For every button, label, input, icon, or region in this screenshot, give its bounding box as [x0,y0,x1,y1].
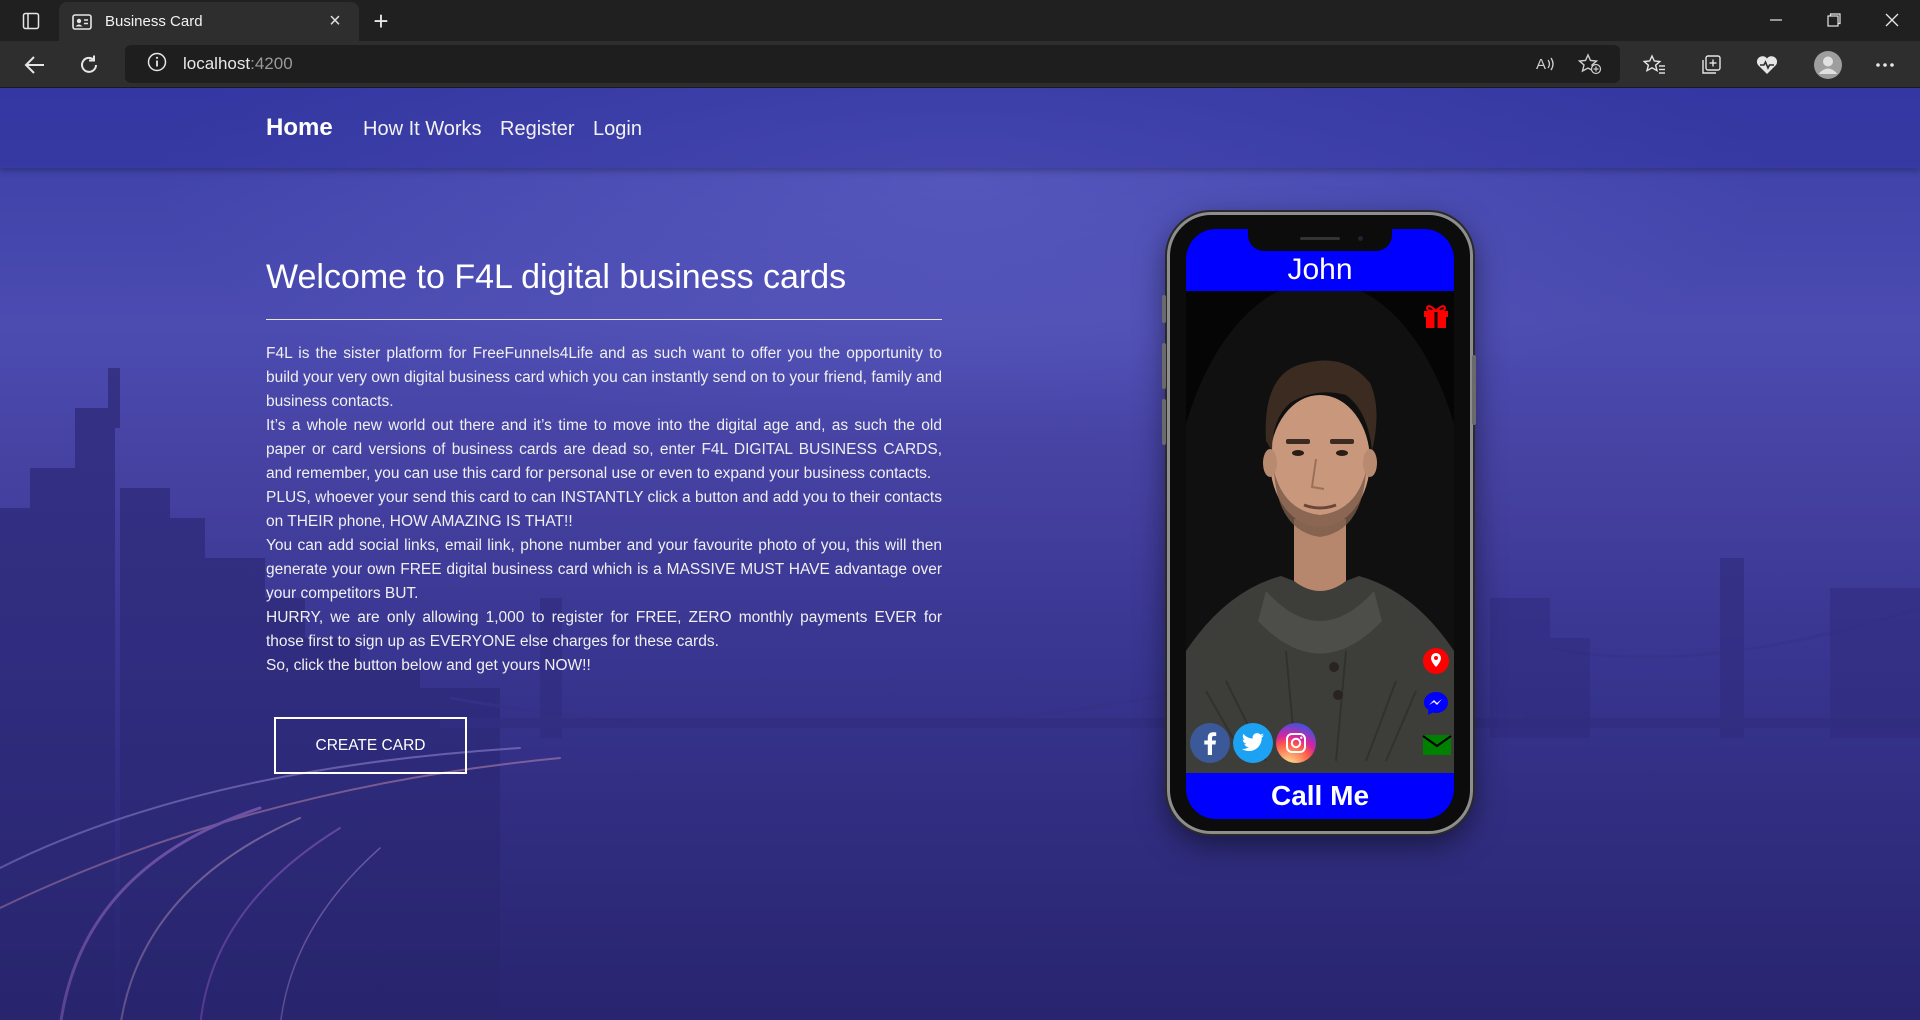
title-divider [266,319,942,320]
intro-paragraph: F4L is the sister platform for FreeFunne… [266,345,942,410]
nav-how-it-works-link[interactable]: How It Works [363,118,482,141]
intro-paragraph: You can add social links, email link, ph… [266,537,942,602]
browser-tab[interactable]: Business Card × [59,2,359,41]
profile-avatar-icon[interactable] [1810,49,1846,81]
intro-paragraph: It’s a whole new world out there and it’… [266,417,942,482]
site-navbar: Home How It Works Register Login [0,88,1920,168]
page-viewport: Home How It Works Register Login Welcome… [0,88,1920,1020]
phone-side-button [1162,295,1166,323]
gift-icon[interactable] [1422,303,1450,329]
browser-essentials-icon[interactable] [1750,49,1784,81]
call-me-label: Call Me [1270,780,1370,811]
call-me-button[interactable]: Call Me [1186,773,1454,819]
create-card-button[interactable]: CREATE CARD [274,717,467,774]
nav-home-link[interactable]: Home [266,114,333,142]
url-text: localhost:4200 [183,54,293,74]
add-favorite-icon[interactable] [1573,49,1607,79]
close-tab-icon[interactable]: × [323,10,347,34]
hero-content: Welcome to F4L digital business cards F4… [266,258,942,678]
map-pin-icon[interactable] [1422,647,1450,675]
mail-icon[interactable] [1422,733,1452,757]
browser-address-bar: localhost:4200 A [0,41,1920,88]
phone-notch [1248,229,1392,251]
intro-text: F4L is the sister platform for FreeFunne… [266,342,942,678]
profile-photo [1186,291,1454,773]
svg-text:A: A [1536,56,1546,73]
messenger-icon[interactable] [1422,689,1450,717]
refresh-icon[interactable] [72,49,106,81]
nav-login-link[interactable]: Login [593,118,642,141]
restore-icon[interactable] [1806,0,1862,40]
favorites-icon[interactable] [1638,49,1672,81]
phone-side-button [1472,355,1476,425]
twitter-icon[interactable] [1233,723,1273,763]
url-field[interactable]: localhost:4200 A [125,45,1620,83]
url-host: localhost [183,54,251,73]
intro-paragraph: HURRY, we are only allowing 1,000 to reg… [266,609,942,650]
minimize-icon[interactable] [1748,0,1804,40]
phone-mockup: John Call Me [1162,212,1476,834]
instagram-icon[interactable] [1276,723,1316,763]
site-info-icon[interactable] [147,52,167,77]
back-icon[interactable] [18,49,52,81]
phone-side-button [1162,399,1166,445]
intro-paragraph: PLUS, whoever your send this card to can… [266,489,942,530]
facebook-icon[interactable] [1190,723,1230,763]
new-tab-icon[interactable]: + [366,6,396,36]
browser-tab-bar: Business Card × + [0,0,1920,41]
tab-title: Business Card [105,13,203,30]
collections-icon[interactable] [1694,49,1728,81]
url-port: :4200 [250,54,293,73]
close-window-icon[interactable] [1864,0,1920,40]
contact-card-icon [71,11,93,33]
page-title: Welcome to F4L digital business cards [266,258,847,296]
more-options-icon[interactable] [1868,49,1902,81]
tab-actions-icon[interactable] [14,8,48,34]
intro-paragraph: So, click the button below and get yours… [266,657,591,674]
nav-register-link[interactable]: Register [500,118,574,141]
read-aloud-icon[interactable]: A [1529,49,1563,79]
phone-side-button [1162,343,1166,389]
business-card-screen: John Call Me [1186,229,1454,819]
card-name: John [1287,253,1353,286]
